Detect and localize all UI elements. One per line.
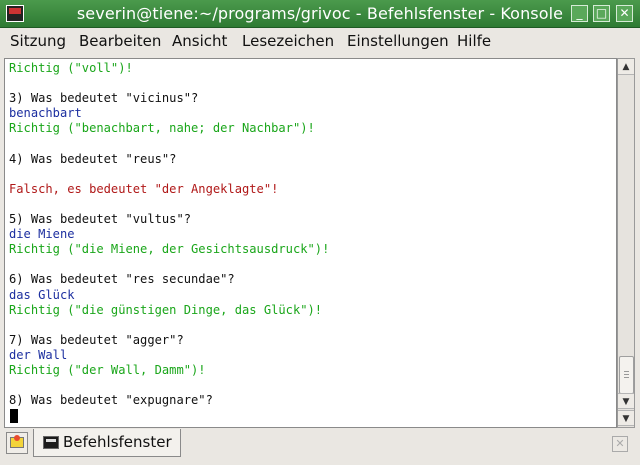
window-title: severin@tiene:~/programs/grivoc - Befehl… [76,4,564,23]
menu-sitzung[interactable]: Sitzung [10,32,66,50]
terminal-output[interactable]: Richtig ("voll")! 3) Was bedeutet "vicinu… [4,58,617,428]
menu-ansicht[interactable]: Ansicht [172,32,227,50]
tab-befehlsfenster[interactable]: Befehlsfenster [33,429,181,457]
terminal-line: Richtig ("der Wall, Damm")! [9,363,206,377]
menu-einstellungen[interactable]: Einstellungen [347,32,449,50]
terminal-line: Richtig ("die günstigen Dinge, das Glück… [9,302,323,317]
close-window-button[interactable]: ✕ [616,5,633,22]
tab-label: Befehlsfenster [63,433,172,451]
new-session-icon[interactable] [6,432,28,454]
terminal-line: die Miene [9,227,75,242]
minimize-button[interactable]: _ [571,5,588,22]
terminal-line: Richtig ("voll")! [9,61,133,75]
terminal-line: Richtig ("benachbart, nahe; der Nachbar"… [9,121,315,136]
terminal-line: 8) Was bedeutet "expugnare"? [9,393,213,408]
terminal-line: 4) Was bedeutet "reus"? [9,151,177,166]
terminal-line: Richtig ("die Miene, der Gesichtsausdruc… [9,242,330,257]
session-tab-bar: Befehlsfenster ✕ [0,429,640,465]
maximize-button[interactable]: □ [593,5,610,22]
terminal-line: das Glück [9,287,75,302]
terminal-icon [43,436,59,449]
menu-lesezeichen[interactable]: Lesezeichen [242,32,334,50]
terminal-line: 3) Was bedeutet "vicinus"? [9,91,199,106]
menu-bearbeiten[interactable]: Bearbeiten [79,32,161,50]
terminal-line: 5) Was bedeutet "vultus"? [9,212,192,226]
scroll-down-button-2[interactable]: ▼ [618,410,634,426]
menu-bar: Sitzung Bearbeiten Ansicht Lesezeichen E… [0,28,640,54]
vertical-scrollbar[interactable]: ▲ ▼ ▼ [617,58,635,428]
scroll-up-button[interactable]: ▲ [618,59,634,75]
terminal-line: benachbart [9,106,82,121]
terminal-line: 7) Was bedeutet "agger"? [9,332,184,347]
terminal-line: Falsch, es bedeutet "der Angeklagte"! [9,181,279,196]
close-session-icon[interactable]: ✕ [612,436,628,452]
terminal-line: 6) Was bedeutet "res secundae"? [9,272,235,287]
terminal-line: der Wall [9,347,68,362]
menu-hilfe[interactable]: Hilfe [457,32,491,50]
title-bar[interactable]: severin@tiene:~/programs/grivoc - Befehl… [0,0,640,28]
text-cursor [10,409,18,423]
scrollbar-thumb[interactable] [619,356,634,394]
scroll-down-button[interactable]: ▼ [618,393,634,409]
